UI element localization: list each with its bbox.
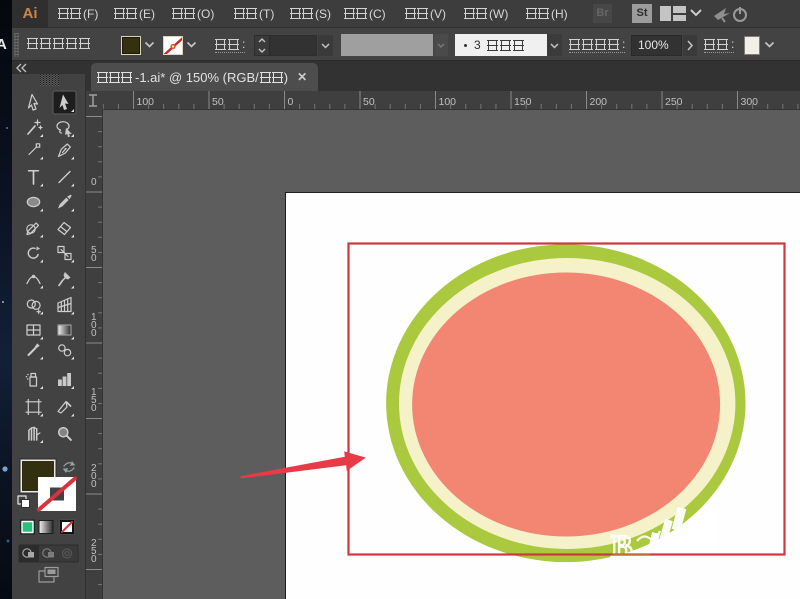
- svg-text:250: 250: [665, 96, 683, 108]
- svg-text:150: 150: [514, 96, 532, 108]
- svg-text:50: 50: [363, 96, 375, 108]
- svg-text:0: 0: [91, 554, 97, 565]
- svg-text:0: 0: [91, 177, 97, 188]
- svg-text:0: 0: [91, 479, 97, 490]
- svg-text:50: 50: [212, 96, 224, 108]
- svg-text:0: 0: [91, 328, 97, 339]
- svg-text:200: 200: [590, 96, 608, 108]
- svg-text:0: 0: [91, 253, 97, 264]
- svg-text:0: 0: [91, 403, 97, 414]
- svg-text:300: 300: [741, 96, 759, 108]
- svg-text:100: 100: [137, 96, 155, 108]
- svg-text:100: 100: [439, 96, 457, 108]
- svg-text:0: 0: [288, 96, 294, 108]
